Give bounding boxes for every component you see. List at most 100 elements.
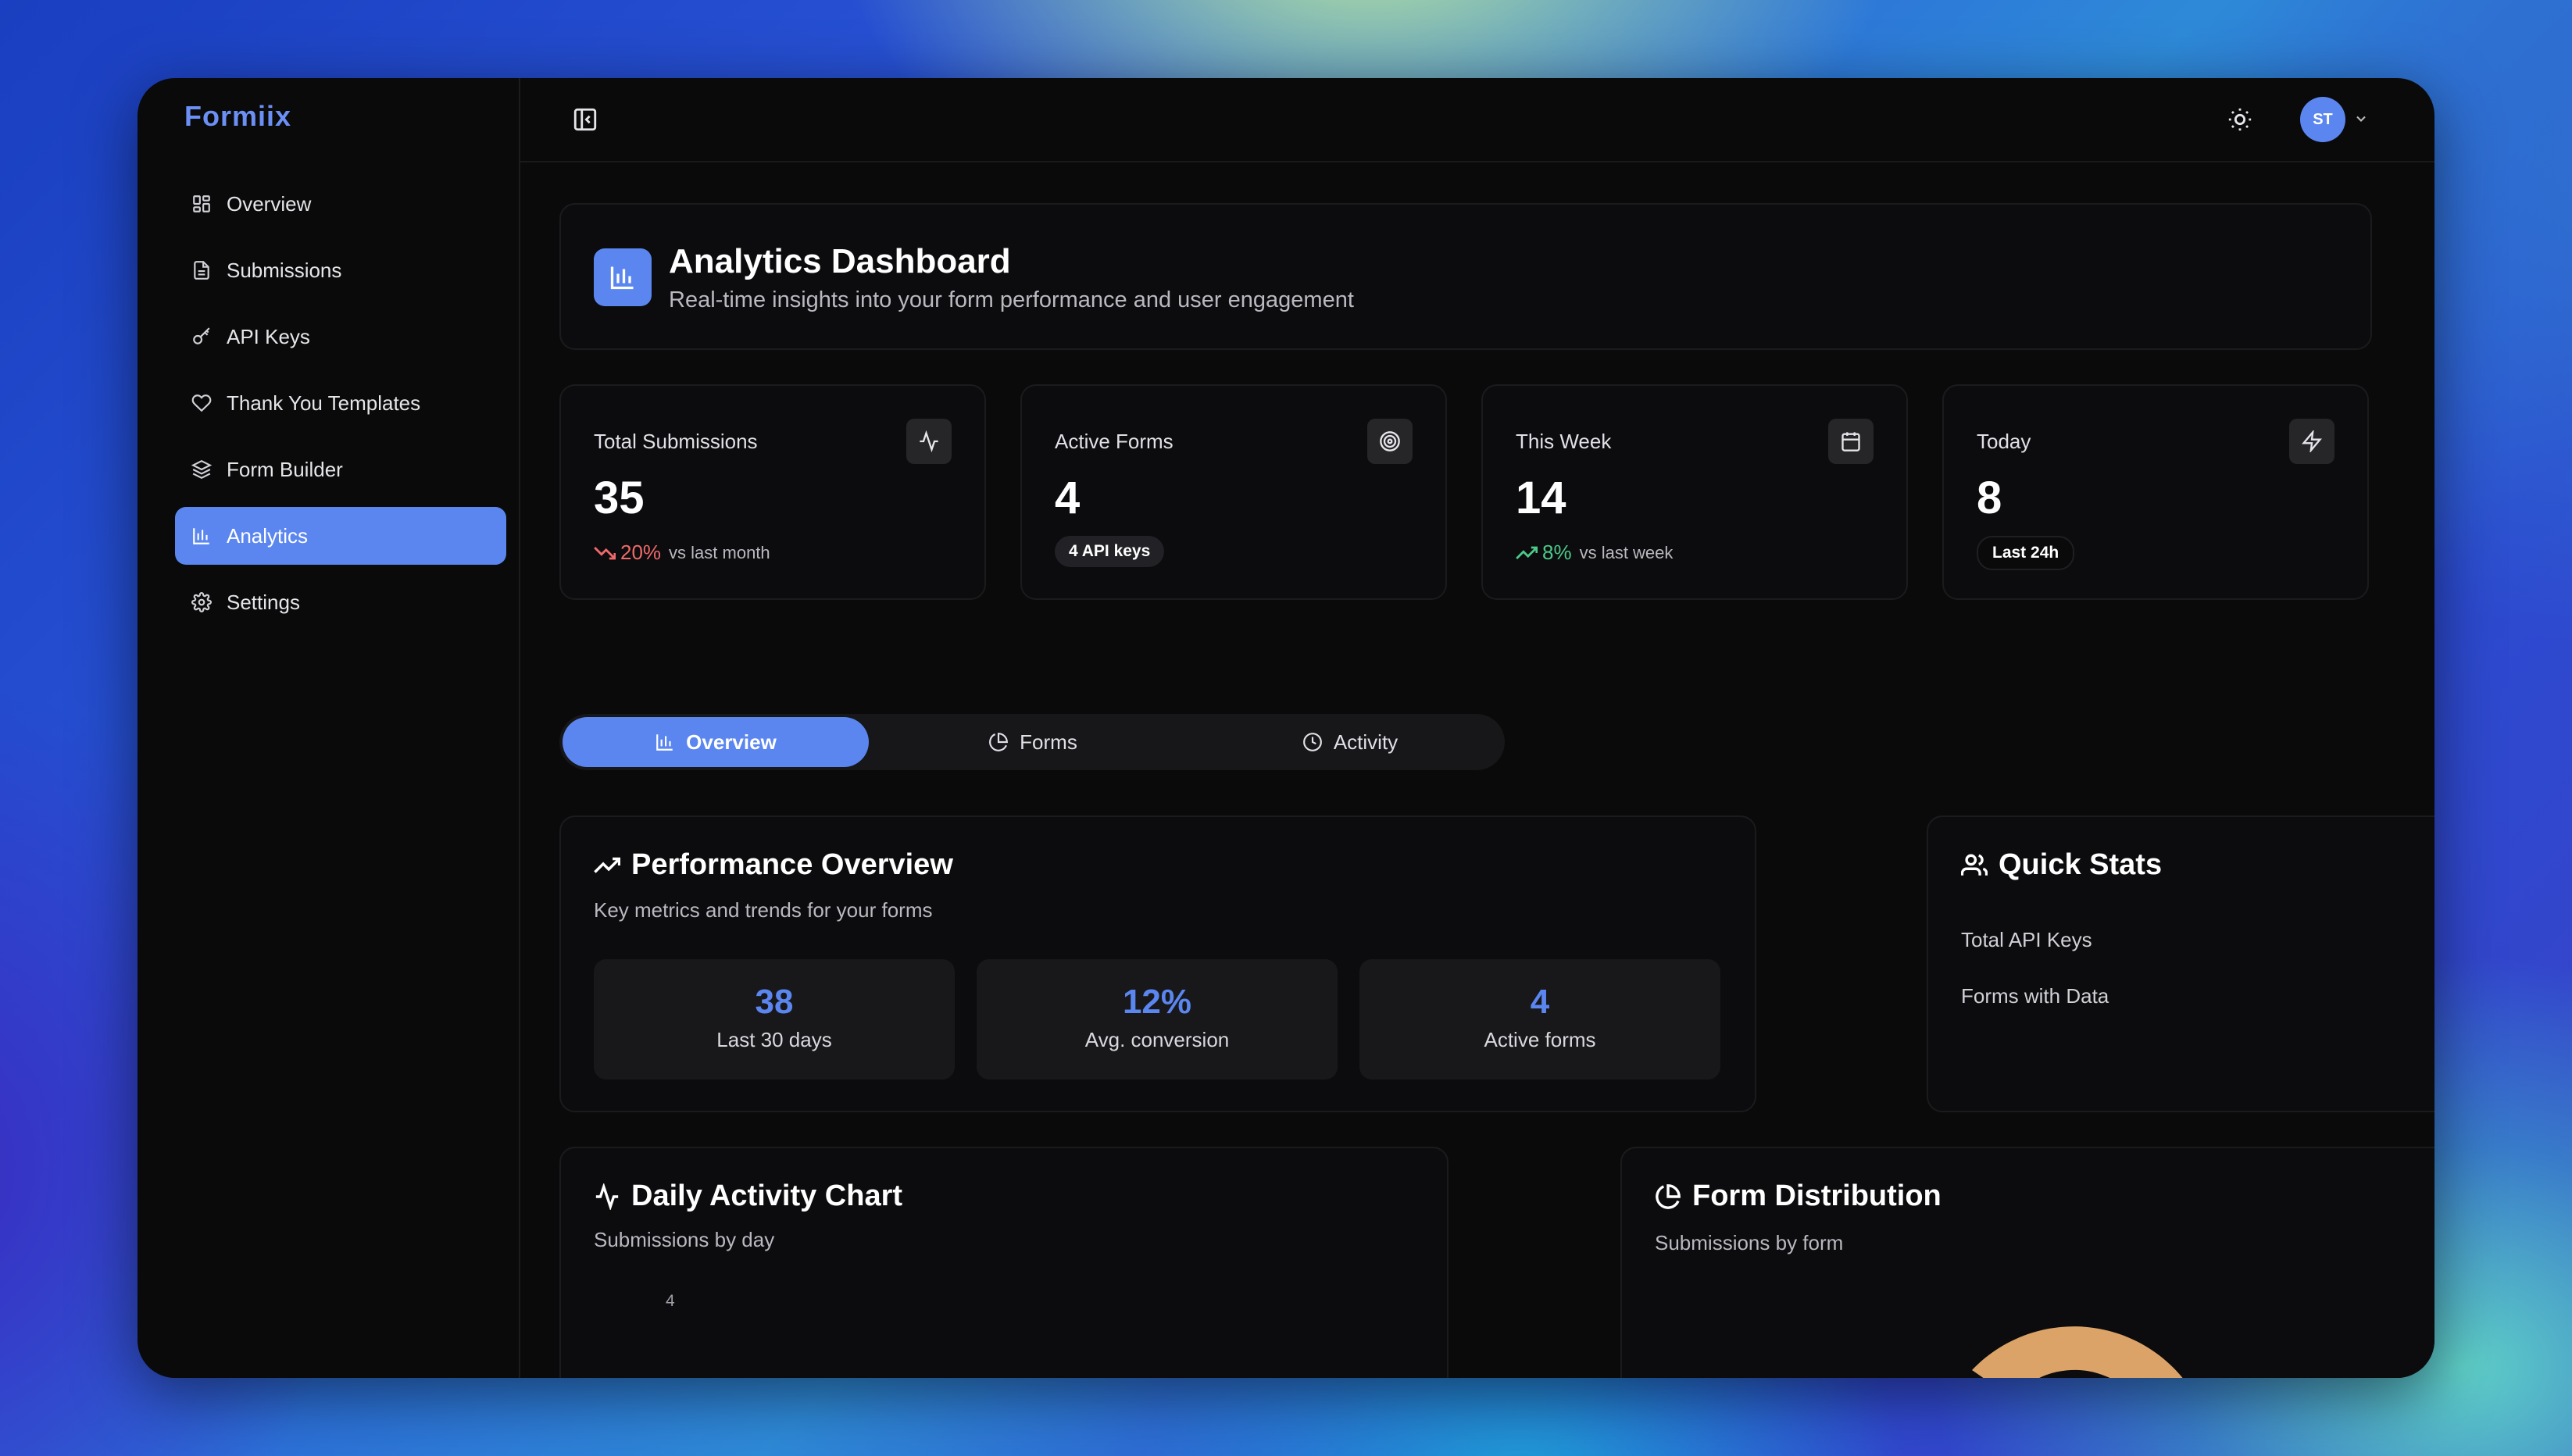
users-icon [1961, 854, 1988, 876]
metric-label: Active forms [1484, 1028, 1596, 1051]
metric-label: Avg. conversion [1084, 1028, 1230, 1051]
activity-icon [906, 419, 952, 464]
brand-logo[interactable]: Formiix [184, 100, 291, 133]
donut-chart [1972, 1326, 2206, 1378]
stat-label: Total Submissions [594, 430, 758, 453]
analytics-tabs: Overview Forms Activity [559, 714, 1505, 770]
change-percent: 20% [620, 541, 662, 564]
trend-up: 8% [1516, 541, 1572, 565]
stat-value: 8 [1977, 473, 2002, 523]
sidebar-item-settings[interactable]: Settings [175, 573, 506, 631]
tab-label: Overview [686, 730, 777, 754]
stat-card-active-forms: Active Forms 4 4 API keys [1020, 384, 1447, 600]
tab-label: Forms [1020, 730, 1077, 754]
metric-value: 4 [1530, 983, 1550, 1021]
chevron-down-icon[interactable] [2353, 111, 2369, 127]
sidebar-item-label: Thank You Templates [227, 391, 421, 415]
dashboard-header: Analytics Dashboard Real-time insights i… [559, 203, 2372, 350]
page-subtitle: Real-time insights into your form perfor… [669, 287, 1354, 312]
stat-value: 14 [1516, 473, 1566, 523]
bar-chart-icon [594, 248, 652, 306]
section-title-text: Quick Stats [1999, 848, 2163, 881]
trending-down-icon [594, 546, 616, 559]
stat-label: This Week [1516, 430, 1612, 453]
section-title: Quick Stats [1961, 848, 2162, 882]
donut-slice-main[interactable] [1972, 1326, 2206, 1378]
sidebar: Formiix Overview Submissions API Keys Th… [138, 78, 520, 1378]
stat-label: Today [1977, 430, 2031, 453]
change-note: vs last week [1579, 542, 1674, 562]
page-title: Analytics Dashboard [669, 242, 1011, 280]
tab-forms[interactable]: Forms [880, 717, 1186, 767]
sidebar-item-label: Overview [227, 191, 312, 216]
metric-avg-conversion: 12% Avg. conversion [977, 959, 1338, 1080]
activity-icon [595, 1183, 619, 1210]
stat-card-this-week: This Week 14 8% vs last week [1481, 384, 1908, 600]
topbar: ST [520, 78, 2434, 162]
trending-up-icon [594, 857, 620, 873]
sidebar-item-analytics[interactable]: Analytics [175, 507, 506, 565]
stat-label: Active Forms [1055, 430, 1173, 453]
sidebar-item-label: Settings [227, 590, 300, 614]
metric-value: 12% [1122, 983, 1192, 1021]
tab-label: Activity [1333, 730, 1399, 754]
target-icon [1367, 419, 1413, 464]
performance-overview-card: Performance Overview Key metrics and tre… [559, 815, 1756, 1112]
metric-value: 38 [755, 983, 794, 1021]
sidebar-item-label: Submissions [227, 258, 342, 282]
form-distribution-card: Form Distribution Submissions by form [1620, 1147, 2434, 1378]
section-subtitle: Key metrics and trends for your forms [594, 898, 933, 922]
y-axis-tick: 4 [666, 1292, 675, 1310]
sidebar-item-overview[interactable]: Overview [175, 175, 506, 233]
sidebar-item-api-keys[interactable]: API Keys [175, 308, 506, 366]
layers-icon [191, 459, 213, 480]
tab-overview[interactable]: Overview [563, 717, 869, 767]
quick-stat-label: Forms with Data [1961, 984, 2109, 1008]
quick-stat-row: Total API Keys 4 [1961, 928, 2434, 955]
section-title: Performance Overview [594, 848, 953, 882]
section-subtitle: Submissions by form [1655, 1231, 1844, 1254]
zap-icon [2289, 419, 2334, 464]
file-icon [191, 259, 213, 281]
tab-activity[interactable]: Activity [1197, 717, 1503, 767]
stat-card-today: Today 8 Last 24h [1942, 384, 2369, 600]
metric-label: Last 30 days [716, 1028, 832, 1051]
stat-change: 20% vs last month [594, 541, 770, 565]
stat-change: 8% vs last week [1516, 541, 1673, 565]
pie-chart-icon [989, 733, 1009, 751]
change-note: vs last month [669, 542, 770, 562]
stat-value: 4 [1055, 473, 1081, 523]
pie-chart-icon [1656, 1183, 1681, 1209]
section-subtitle: Submissions by day [594, 1228, 775, 1251]
quick-stats-card: Quick Stats Total API Keys 4 Forms with … [1927, 815, 2434, 1112]
sidebar-item-form-builder[interactable]: Form Builder [175, 441, 506, 498]
stat-card-total-submissions: Total Submissions 35 20% vs last month [559, 384, 986, 600]
calendar-icon [1828, 419, 1874, 464]
section-title-text: Form Distribution [1692, 1179, 1942, 1212]
sidebar-nav: Overview Submissions API Keys Thank You … [175, 175, 506, 640]
gear-icon [191, 591, 213, 613]
quick-stat-label: Total API Keys [1961, 928, 2092, 951]
sidebar-item-submissions[interactable]: Submissions [175, 241, 506, 299]
daily-activity-chart-card: Daily Activity Chart Submissions by day … [559, 1147, 1449, 1378]
app-window: Formiix Overview Submissions API Keys Th… [138, 78, 2434, 1378]
clock-icon [1302, 733, 1322, 751]
stat-value: 35 [594, 473, 645, 523]
key-icon [191, 326, 213, 348]
sidebar-item-label: Form Builder [227, 457, 343, 481]
quick-stat-row: Forms with Data 36 [1961, 984, 2434, 1011]
theme-toggle-sun-icon[interactable] [2227, 106, 2253, 133]
sidebar-item-thank-you-templates[interactable]: Thank You Templates [175, 374, 506, 432]
section-title: Form Distribution [1655, 1179, 1942, 1213]
avatar[interactable]: ST [2300, 97, 2345, 142]
trend-down: 20% [594, 541, 661, 565]
grid-icon [191, 193, 213, 215]
section-title-text: Daily Activity Chart [631, 1179, 903, 1212]
bar-chart-icon [191, 525, 213, 547]
metric-last-30-days: 38 Last 30 days [594, 959, 955, 1080]
sidebar-item-label: API Keys [227, 324, 310, 348]
status-badge: Last 24h [1977, 536, 2075, 570]
sidebar-toggle-icon[interactable] [572, 106, 598, 133]
heart-icon [191, 392, 213, 414]
status-badge: 4 API keys [1055, 536, 1165, 567]
